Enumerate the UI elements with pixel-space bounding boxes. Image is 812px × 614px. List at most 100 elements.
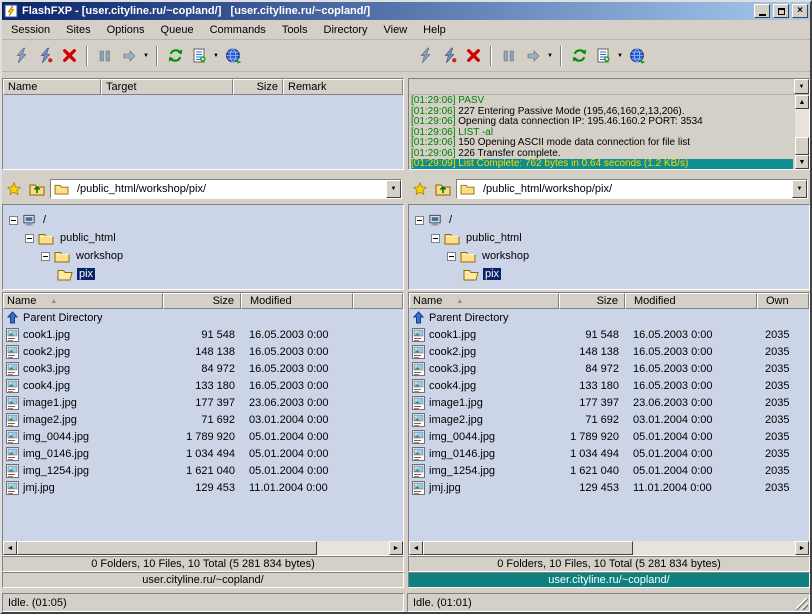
queue-view-button[interactable]: [187, 44, 211, 68]
log-combobox[interactable]: ▼: [409, 79, 809, 95]
tree-expander-icon[interactable]: [41, 252, 50, 261]
column-header-name[interactable]: Name▲: [409, 293, 559, 309]
queue-list[interactable]: [3, 95, 403, 169]
queue-column-remark[interactable]: Remark: [283, 79, 403, 95]
file-row[interactable]: image2.jpg71 69203.01.2004 0:002035: [409, 411, 809, 428]
file-row[interactable]: cook1.jpg91 54816.05.2003 0:00: [3, 326, 403, 343]
connect-button[interactable]: [9, 44, 33, 68]
file-row[interactable]: img_0044.jpg1 789 92005.01.2004 0:00: [3, 428, 403, 445]
file-row[interactable]: cook3.jpg84 97216.05.2003 0:002035: [409, 360, 809, 377]
site-manager-button[interactable]: [221, 44, 245, 68]
file-row[interactable]: cook2.jpg148 13816.05.2003 0:002035: [409, 343, 809, 360]
tree-item-public_html[interactable]: public_html: [3, 229, 403, 247]
path-combobox-right[interactable]: /public_html/workshop/pix/ ▼: [456, 179, 808, 199]
queue-column-name[interactable]: Name: [3, 79, 101, 95]
queue-view-dropdown-arrow[interactable]: ▼: [615, 44, 625, 68]
file-row[interactable]: cook4.jpg133 18016.05.2003 0:002035: [409, 377, 809, 394]
scroll-left-arrow[interactable]: ◄: [3, 541, 17, 555]
file-row[interactable]: img_0146.jpg1 034 49405.01.2004 0:00: [3, 445, 403, 462]
file-row[interactable]: image1.jpg177 39723.06.2003 0:00: [3, 394, 403, 411]
pause-queue-button[interactable]: [497, 44, 521, 68]
file-row[interactable]: img_0146.jpg1 034 49405.01.2004 0:002035: [409, 445, 809, 462]
parent-directory-row[interactable]: Parent Directory: [409, 309, 809, 326]
file-row[interactable]: cook3.jpg84 97216.05.2003 0:00: [3, 360, 403, 377]
menu-commands[interactable]: Commands: [202, 21, 274, 39]
column-header-size[interactable]: Size: [163, 293, 241, 309]
path-combobox-left[interactable]: /public_html/workshop/pix/ ▼: [50, 179, 402, 199]
scroll-track[interactable]: [423, 541, 795, 555]
tree-item-root[interactable]: /: [409, 211, 809, 229]
abort-button[interactable]: [57, 44, 81, 68]
transfer-queue-button[interactable]: [521, 44, 545, 68]
tree-expander-icon[interactable]: [431, 234, 440, 243]
minimize-button[interactable]: [754, 4, 770, 18]
menu-options[interactable]: Options: [99, 21, 153, 39]
refresh-button[interactable]: [163, 44, 187, 68]
scroll-left-arrow[interactable]: ◄: [409, 541, 423, 555]
scroll-thumb[interactable]: [423, 541, 633, 555]
session-log[interactable]: [01:29:06] PASV[01:29:06] 227 Entering P…: [409, 95, 795, 169]
site-manager-button[interactable]: [625, 44, 649, 68]
quick-connect-button[interactable]: [437, 44, 461, 68]
scroll-thumb[interactable]: [795, 137, 809, 155]
scroll-right-arrow[interactable]: ►: [795, 541, 809, 555]
scroll-up-arrow[interactable]: ▲: [795, 95, 809, 109]
scroll-track[interactable]: [795, 109, 809, 155]
pause-queue-button[interactable]: [93, 44, 117, 68]
refresh-button[interactable]: [567, 44, 591, 68]
column-header-modified[interactable]: Modified: [625, 293, 757, 309]
file-row[interactable]: cook2.jpg148 13816.05.2003 0:00: [3, 343, 403, 360]
close-button[interactable]: ×: [792, 4, 808, 18]
tree-expander-icon[interactable]: [447, 252, 456, 261]
app-icon[interactable]: [4, 4, 19, 19]
menu-session[interactable]: Session: [3, 21, 58, 39]
menu-queue[interactable]: Queue: [153, 21, 202, 39]
menu-tools[interactable]: Tools: [274, 21, 316, 39]
column-header-size[interactable]: Size: [559, 293, 625, 309]
favorites-button[interactable]: [4, 179, 24, 199]
file-row[interactable]: img_0044.jpg1 789 92005.01.2004 0:002035: [409, 428, 809, 445]
favorites-button[interactable]: [410, 179, 430, 199]
file-row[interactable]: image1.jpg177 39723.06.2003 0:002035: [409, 394, 809, 411]
scroll-track[interactable]: [17, 541, 389, 555]
transfer-queue-button[interactable]: [117, 44, 141, 68]
scroll-right-arrow[interactable]: ►: [389, 541, 403, 555]
tree-item-workshop[interactable]: workshop: [3, 247, 403, 265]
tree-item-public_html[interactable]: public_html: [409, 229, 809, 247]
restore-button[interactable]: [773, 4, 789, 18]
tree-expander-icon[interactable]: [25, 234, 34, 243]
horizontal-scrollbar-left[interactable]: ◄ ►: [3, 541, 403, 555]
menu-help[interactable]: Help: [415, 21, 454, 39]
queue-column-size[interactable]: Size: [233, 79, 283, 95]
menu-sites[interactable]: Sites: [58, 21, 98, 39]
menu-directory[interactable]: Directory: [316, 21, 376, 39]
transfer-queue-dropdown-arrow[interactable]: ▼: [545, 44, 555, 68]
queue-view-dropdown-arrow[interactable]: ▼: [211, 44, 221, 68]
tree-item-root[interactable]: /: [3, 211, 403, 229]
tree-expander-icon[interactable]: [415, 216, 424, 225]
abort-button[interactable]: [461, 44, 485, 68]
connect-button[interactable]: [413, 44, 437, 68]
tree-expander-icon[interactable]: [9, 216, 18, 225]
scroll-thumb[interactable]: [17, 541, 317, 555]
file-row[interactable]: jmj.jpg129 45311.01.2004 0:002035: [409, 479, 809, 496]
file-row[interactable]: image2.jpg71 69203.01.2004 0:00: [3, 411, 403, 428]
tree-item-pix[interactable]: pix: [409, 265, 809, 283]
transfer-queue-dropdown-arrow[interactable]: ▼: [141, 44, 151, 68]
path-dropdown-arrow-left[interactable]: ▼: [386, 180, 401, 198]
column-header-modified[interactable]: Modified: [241, 293, 353, 309]
queue-column-target[interactable]: Target: [101, 79, 233, 95]
column-header-name[interactable]: Name▲: [3, 293, 163, 309]
log-vertical-scrollbar[interactable]: ▲ ▼: [795, 95, 809, 169]
tree-item-pix[interactable]: pix: [3, 265, 403, 283]
queue-view-button[interactable]: [591, 44, 615, 68]
tree-item-workshop[interactable]: workshop: [409, 247, 809, 265]
file-row[interactable]: cook4.jpg133 18016.05.2003 0:00: [3, 377, 403, 394]
menu-view[interactable]: View: [376, 21, 416, 39]
up-directory-button[interactable]: [27, 179, 47, 199]
file-row[interactable]: img_1254.jpg1 621 04005.01.2004 0:002035: [409, 462, 809, 479]
log-dropdown-arrow[interactable]: ▼: [794, 79, 809, 94]
file-row[interactable]: img_1254.jpg1 621 04005.01.2004 0:00: [3, 462, 403, 479]
up-directory-button[interactable]: [433, 179, 453, 199]
titlebar[interactable]: FlashFXP - [user.cityline.ru/~copland/] …: [2, 2, 810, 20]
